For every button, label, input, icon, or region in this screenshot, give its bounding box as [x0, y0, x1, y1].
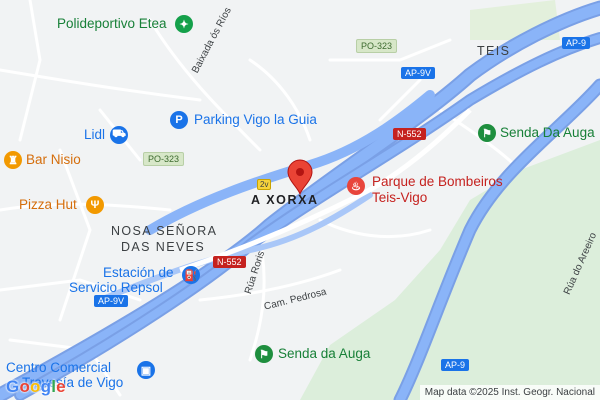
road-shield-n552: N-552: [393, 128, 426, 140]
area-label-teis: TEIS: [477, 44, 511, 58]
map-canvas[interactable]: ✦ P ⛟ ♜ Ψ ⛽ ♨ ⚑ ⚑ ▣ Polideportivo Etea P…: [0, 0, 600, 400]
road-shield-n552: N-552: [213, 256, 246, 268]
road-shield-po323: PO-323: [356, 39, 398, 53]
bar-icon[interactable]: ♜: [4, 151, 22, 169]
fire-station-icon[interactable]: ♨: [347, 177, 365, 195]
poi-label-pizza-hut[interactable]: Pizza Hut: [19, 197, 77, 213]
poi-label-parking[interactable]: Parking Vigo la Guia: [194, 112, 317, 128]
parking-icon[interactable]: P: [170, 111, 188, 129]
poi-label-bar-nisio[interactable]: Bar Nisio: [26, 152, 81, 168]
poi-label-repsol-line1[interactable]: Estación de: [103, 265, 174, 281]
poi-label-polideportivo[interactable]: Polideportivo Etea: [57, 16, 167, 32]
road-shield-po323: PO-323: [143, 152, 185, 166]
area-label-a-xorxa: A XORXA: [251, 193, 319, 207]
poi-label-lidl[interactable]: Lidl: [84, 127, 105, 143]
fuel-station-icon[interactable]: ⛽: [182, 266, 200, 284]
road-shield-ap9v: AP-9V: [94, 295, 129, 307]
poi-label-cc-line1[interactable]: Centro Comercial: [6, 360, 111, 376]
poi-label-senda-bottom[interactable]: Senda da Auga: [278, 346, 370, 362]
hiking-icon[interactable]: ⚑: [478, 124, 496, 142]
poi-label-bombeiros-line1[interactable]: Parque de Bombeiros: [372, 174, 503, 190]
hiking-icon[interactable]: ⚑: [255, 345, 273, 363]
restaurant-icon[interactable]: Ψ: [86, 196, 104, 214]
map-attribution[interactable]: Map data ©2025 Inst. Geogr. Nacional: [419, 385, 600, 400]
road-shield-ap9: AP-9: [562, 37, 591, 49]
road-shield-ap9: AP-9: [441, 359, 470, 371]
shopping-cart-icon[interactable]: ⛟: [110, 126, 128, 144]
area-label-nosa-line2: DAS NEVES: [121, 240, 206, 254]
google-logo: Google: [6, 377, 66, 396]
road-shield-2v: 2v: [257, 179, 272, 190]
poi-label-repsol-line2[interactable]: Servicio Repsol: [69, 280, 163, 296]
road-shield-ap9v: AP-9V: [401, 67, 436, 79]
area-label-nosa-line1: NOSA SEÑORA: [111, 224, 218, 238]
poi-label-senda-top[interactable]: Senda Da Auga: [500, 125, 595, 141]
sports-icon[interactable]: ✦: [175, 15, 193, 33]
shopping-bag-icon[interactable]: ▣: [137, 361, 155, 379]
poi-label-bombeiros-line2[interactable]: Teis-Vigo: [372, 190, 427, 206]
